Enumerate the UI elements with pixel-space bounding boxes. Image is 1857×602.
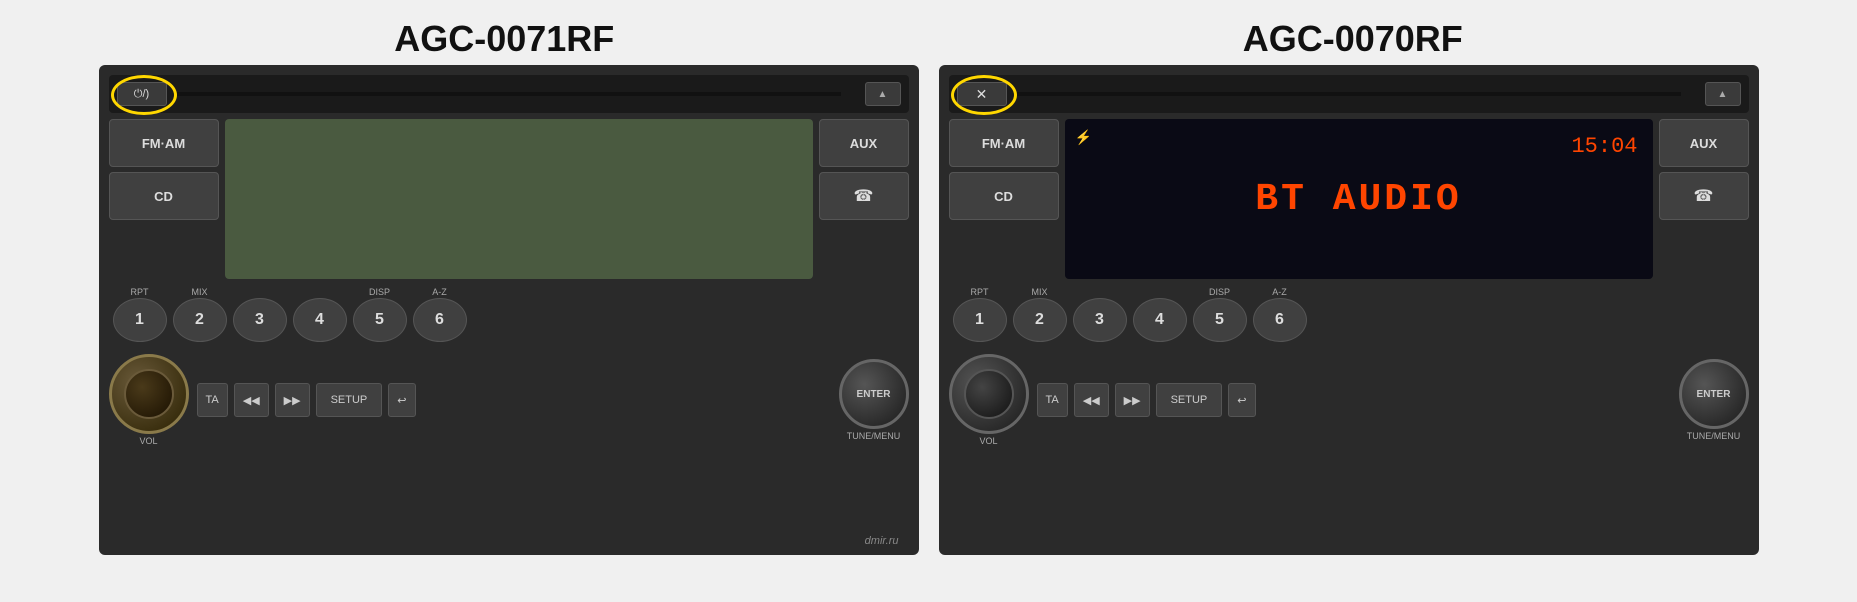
left-vol-knob-inner bbox=[124, 369, 174, 419]
left-power-bt-button[interactable]: ⏻/) bbox=[117, 82, 167, 106]
right-right-buttons: AUX ☎ bbox=[1659, 119, 1749, 279]
left-mix-group: MIX 2 bbox=[173, 287, 227, 342]
right-cd-slot bbox=[1017, 92, 1681, 96]
left-rpt-group: RPT 1 bbox=[113, 287, 167, 342]
right-preset-2-button[interactable]: 2 bbox=[1013, 298, 1067, 342]
right-display-text: BT AUDIO bbox=[1255, 178, 1461, 221]
left-ta-button[interactable]: TA bbox=[197, 383, 228, 417]
right-mix-group: MIX 2 bbox=[1013, 287, 1067, 342]
left-middle-section: FM·AM CD AUX ☎ bbox=[109, 119, 909, 279]
left-az-group: A-Z 6 bbox=[413, 287, 467, 342]
right-preset-5-button[interactable]: 5 bbox=[1193, 298, 1247, 342]
left-enter-knob-wrap: ENTER TUNE/MENU bbox=[839, 359, 909, 441]
right-aux-button[interactable]: AUX bbox=[1659, 119, 1749, 167]
left-fm-am-button[interactable]: FM·AM bbox=[109, 119, 219, 167]
right-preset-6-button[interactable]: 6 bbox=[1253, 298, 1307, 342]
right-cd-button[interactable]: CD bbox=[949, 172, 1059, 220]
left-prev-button[interactable]: ◀◀ bbox=[234, 383, 269, 417]
right-top-strip: ✕ ▲ bbox=[949, 75, 1749, 113]
left-setup-button[interactable]: SETUP bbox=[316, 383, 383, 417]
left-source-buttons: FM·AM CD bbox=[109, 119, 219, 279]
left-radio-unit: ⏻/) ▲ FM·AM CD bbox=[99, 65, 919, 555]
right-next-button[interactable]: ▶▶ bbox=[1115, 383, 1150, 417]
right-phone-button[interactable]: ☎ bbox=[1659, 172, 1749, 220]
left-right-buttons: AUX ☎ bbox=[819, 119, 909, 279]
left-display bbox=[225, 119, 813, 279]
right-preset-4-button[interactable]: 4 bbox=[1133, 298, 1187, 342]
right-eject-button[interactable]: ▲ bbox=[1705, 82, 1741, 106]
left-disp-az-pair: DISP 5 A-Z 6 bbox=[353, 287, 467, 342]
right-back-button[interactable]: ↩ bbox=[1228, 383, 1255, 417]
right-source-buttons: FM·AM CD bbox=[949, 119, 1059, 279]
right-preset-3-wrap: 3 bbox=[1073, 297, 1127, 342]
left-preset-6-button[interactable]: 6 bbox=[413, 298, 467, 342]
left-enter-knob[interactable]: ENTER bbox=[839, 359, 909, 429]
radios-row: ⏻/) ▲ FM·AM CD bbox=[0, 65, 1857, 602]
left-aux-button[interactable]: AUX bbox=[819, 119, 909, 167]
right-transport-row-1: TA ◀◀ ▶▶ SETUP ↩ bbox=[1037, 383, 1671, 417]
right-display: ⚡ 15:04 BT AUDIO bbox=[1065, 119, 1653, 279]
left-eject-button[interactable]: ▲ bbox=[865, 82, 901, 106]
right-disp-az-pair: DISP 5 A-Z 6 bbox=[1193, 287, 1307, 342]
left-preset-2-button[interactable]: 2 bbox=[173, 298, 227, 342]
right-bottom-row: VOL TA ◀◀ ▶▶ SETUP bbox=[949, 350, 1749, 450]
right-az-group: A-Z 6 bbox=[1253, 287, 1307, 342]
left-preset-1-button[interactable]: 1 bbox=[113, 298, 167, 342]
left-phone-button[interactable]: ☎ bbox=[819, 172, 909, 220]
right-enter-knob-wrap: ENTER TUNE/MENU bbox=[1679, 359, 1749, 441]
titles-row: AGC-0071RF AGC-0070RF bbox=[0, 8, 1857, 65]
right-vol-knob-wrap: VOL bbox=[949, 354, 1029, 446]
right-radio-unit: ✕ ▲ FM·AM CD bbox=[939, 65, 1759, 555]
left-rpt-mix-group: RPT 1 MIX 2 bbox=[113, 287, 227, 342]
right-rpt-mix-group: RPT 1 MIX 2 bbox=[953, 287, 1067, 342]
right-vol-knob[interactable] bbox=[949, 354, 1029, 434]
right-bt-display-icon: ⚡ bbox=[1075, 129, 1092, 147]
right-fm-am-button[interactable]: FM·AM bbox=[949, 119, 1059, 167]
left-next-button[interactable]: ▶▶ bbox=[275, 383, 310, 417]
left-preset-3-button[interactable]: 3 bbox=[233, 298, 287, 342]
right-vol-knob-inner bbox=[964, 369, 1014, 419]
right-bt-button[interactable]: ✕ bbox=[957, 82, 1007, 106]
left-bottom-row: VOL TA ◀◀ ▶▶ SETUP bbox=[109, 350, 909, 450]
right-preset-3-button[interactable]: 3 bbox=[1073, 298, 1127, 342]
right-model-title: AGC-0070RF bbox=[1243, 18, 1463, 60]
left-cd-slot bbox=[177, 92, 841, 96]
watermark: dmir.ru bbox=[865, 535, 899, 547]
right-preset-1-button[interactable]: 1 bbox=[953, 298, 1007, 342]
right-disp-group: DISP 5 bbox=[1193, 287, 1247, 342]
left-transport-row-1: TA ◀◀ ▶▶ SETUP ↩ bbox=[197, 383, 831, 417]
right-presets-row: RPT 1 MIX 2 3 bbox=[949, 285, 1749, 344]
right-middle-section: FM·AM CD ⚡ 15:04 BT AUDIO AUX bbox=[949, 119, 1749, 279]
left-preset-4-button[interactable]: 4 bbox=[293, 298, 347, 342]
right-transport-group: TA ◀◀ ▶▶ SETUP ↩ bbox=[1037, 383, 1671, 417]
right-rpt-group: RPT 1 bbox=[953, 287, 1007, 342]
right-preset-4-wrap: 4 bbox=[1133, 297, 1187, 342]
left-model-title: AGC-0071RF bbox=[394, 18, 614, 60]
left-preset-5-button[interactable]: 5 bbox=[353, 298, 407, 342]
left-cd-button[interactable]: CD bbox=[109, 172, 219, 220]
left-preset-3-wrap: 3 bbox=[233, 297, 287, 342]
left-presets-row: RPT 1 MIX 2 3 bbox=[109, 285, 909, 344]
left-transport-group: TA ◀◀ ▶▶ SETUP ↩ bbox=[197, 383, 831, 417]
right-setup-button[interactable]: SETUP bbox=[1156, 383, 1223, 417]
left-preset-4-wrap: 4 bbox=[293, 297, 347, 342]
left-vol-knob-wrap: VOL bbox=[109, 354, 189, 446]
right-display-time: 15:04 bbox=[1571, 134, 1637, 159]
left-vol-knob[interactable] bbox=[109, 354, 189, 434]
left-back-button[interactable]: ↩ bbox=[388, 383, 415, 417]
left-disp-group: DISP 5 bbox=[353, 287, 407, 342]
right-enter-knob[interactable]: ENTER bbox=[1679, 359, 1749, 429]
right-ta-button[interactable]: TA bbox=[1037, 383, 1068, 417]
right-prev-button[interactable]: ◀◀ bbox=[1074, 383, 1109, 417]
left-top-strip: ⏻/) ▲ bbox=[109, 75, 909, 113]
